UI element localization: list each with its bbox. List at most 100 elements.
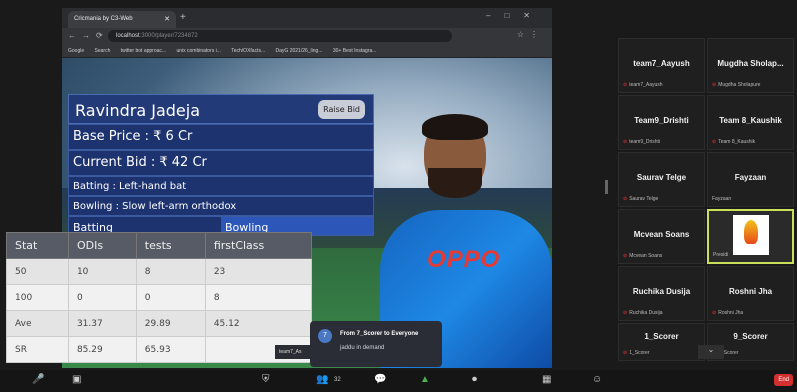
end-meeting-button[interactable]: End [774, 374, 793, 386]
participant-sub: Ruchika Dusija [629, 310, 663, 316]
bookmark-item[interactable]: Search [95, 48, 111, 54]
jersey-sponsor: OPPO [427, 246, 501, 273]
participant-tile[interactable]: team7_Aayush ⊘ team7_Aayush [618, 38, 705, 93]
participant-sub: Mcvean Soans [629, 253, 663, 259]
url-path: :3000/player/7234872 [139, 33, 198, 39]
tab-strip: Cricmania by C3-Web ✕ + –□✕ [62, 8, 552, 28]
participant-chip[interactable]: team7_As [275, 345, 313, 359]
participant-sub: 1_Scorer [629, 350, 650, 356]
close-tab-icon[interactable]: ✕ [164, 15, 170, 23]
participant-name: team7_Aayush [633, 59, 690, 68]
url-input[interactable]: localhost:3000/player/7234872 [108, 30, 452, 42]
chat-avatar: 7 [318, 329, 332, 343]
record-icon[interactable]: ⏺ [472, 374, 477, 385]
extension-icons[interactable]: ☆⋮ [517, 30, 544, 39]
mic-icon[interactable]: 🎤 [32, 374, 44, 385]
chat-notification[interactable]: 7 From 7_Scorer to Everyone jaddu in dem… [310, 321, 442, 367]
participant-tile[interactable]: Roshni Jha ⊘ Roshni Jha [707, 266, 794, 321]
table-cell: 85.29 [67, 336, 137, 363]
participant-sub: Team 8_Kaushik [718, 139, 756, 145]
participant-name: 1_Scorer [644, 332, 679, 341]
participant-label: Presidi [713, 252, 728, 258]
participant-tile[interactable]: Saurav Telge ⊘ Saurav Telge [618, 152, 705, 207]
apps-icon[interactable]: ▦ [542, 374, 551, 385]
table-cell: 50 [6, 258, 69, 285]
bookmark-item[interactable]: unix combinators i... [176, 48, 220, 54]
participant-label: ⊘ team9_Drishti [623, 139, 660, 145]
participant-label: ⊘ Mugdha Sholapure [712, 82, 760, 88]
chat-sender: From 7_Scorer to Everyone [340, 331, 419, 337]
column-header: tests [135, 232, 206, 259]
table-cell: 65.93 [135, 336, 206, 363]
muted-mic-icon: ⊘ [623, 253, 628, 259]
participant-label: Fayzaan [712, 196, 731, 202]
participant-sub: Mugdha Sholapure [718, 82, 761, 88]
bookmark-item[interactable]: twitter bot approac... [121, 48, 166, 54]
participant-tile[interactable]: 1_Scorer ⊘ 1_Scorer [618, 323, 705, 361]
active-speaker-tile[interactable]: Presidi [707, 209, 794, 264]
reactions-icon[interactable]: ☺ [592, 374, 602, 385]
address-bar: ←→⟳ localhost:3000/player/7234872 ☆⋮ [62, 28, 552, 44]
table-cell: 8 [204, 284, 313, 311]
bookmarks-bar: Google Search twitter bot approac... uni… [62, 44, 552, 58]
participant-label: ⊘ Mcvean Soans [623, 253, 662, 259]
share-screen-icon[interactable]: ▲ [420, 374, 430, 385]
column-header: firstClass [204, 232, 313, 259]
video-icon[interactable]: ▣ [72, 374, 81, 385]
participant-tile[interactable]: Ruchika Dusija ⊘ Ruchika Dusija [618, 266, 705, 321]
participant-sub: Fayzaan [712, 196, 732, 202]
table-cell: 0 [67, 284, 137, 311]
participant-tile[interactable]: Mugdha Sholap... ⊘ Mugdha Sholapure [707, 38, 794, 93]
chat-message: jaddu in demand [340, 345, 385, 351]
window-controls[interactable]: –□✕ [486, 11, 544, 20]
tab-title: Cricmania by C3-Web [74, 16, 133, 22]
participant-name: 9_Scorer [733, 332, 768, 341]
batting-style: Batting : Left-hand bat [68, 176, 374, 196]
participant-tile[interactable]: Team 8_Kaushik ⊘ Team 8_Kaushik [707, 95, 794, 150]
player-info-panel: Ravindra Jadeja Raise Bid Base Price : ₹… [68, 94, 374, 236]
participant-name: Roshni Jha [728, 287, 773, 296]
table-row: 100 0 0 8 [6, 284, 313, 311]
nav-buttons[interactable]: ←→⟳ [68, 31, 109, 40]
table-row: 50 10 8 23 [6, 258, 313, 285]
flame-logo-icon [744, 220, 758, 244]
raise-bid-button[interactable]: Raise Bid [318, 100, 365, 119]
muted-mic-icon: ⊘ [623, 82, 628, 88]
table-cell: 100 [6, 284, 69, 311]
participant-tile[interactable]: Fayzaan Fayzaan [707, 152, 794, 207]
chat-icon[interactable]: 💬 [374, 374, 386, 385]
chevron-down-icon[interactable]: ⌄ [698, 345, 724, 359]
participant-sub: Roshni Jha [718, 310, 744, 316]
meeting-toolbar: 🎤 ▣ ⛨ 👥 32 💬 ▲ ⏺ ▦ ☺ End [0, 370, 797, 392]
participant-name: Ruchika Dusija [632, 287, 691, 296]
player-name: Ravindra Jadeja [75, 101, 201, 120]
bookmark-item[interactable]: DayG 2021/26_ling... [276, 48, 323, 54]
bookmark-item[interactable]: Google [68, 48, 84, 54]
participant-name: Fayzaan [734, 173, 767, 182]
new-tab-icon[interactable]: + [180, 12, 186, 23]
participant-name: Team9_Drishti [634, 116, 689, 125]
bookmark-item[interactable]: Tech/OXfacts... [231, 48, 265, 54]
participant-tile[interactable]: Team9_Drishti ⊘ team9_Drishti [618, 95, 705, 150]
panel-divider[interactable] [605, 180, 608, 194]
security-icon[interactable]: ⛨ [262, 374, 270, 385]
table-cell: 31.37 [67, 310, 137, 337]
current-bid: Current Bid : ₹ 42 Cr [68, 150, 374, 176]
browser-tab[interactable]: Cricmania by C3-Web ✕ [68, 11, 176, 28]
participants-icon[interactable]: 👥 [316, 374, 328, 385]
muted-mic-icon: ⊘ [623, 310, 628, 316]
table-cell: 29.89 [135, 310, 206, 337]
table-cell: 23 [204, 258, 313, 285]
column-header: ODIs [67, 232, 137, 259]
participant-label: ⊘ team7_Aayush [623, 82, 663, 88]
bookmark-item[interactable]: 30+ Best Instagra... [333, 48, 377, 54]
participant-gallery: team7_Aayush ⊘ team7_Aayush Mugdha Sholap… [618, 38, 794, 362]
participant-name: Mcvean Soans [633, 230, 690, 239]
participant-sub: team9_Drishti [629, 139, 661, 145]
participant-label: ⊘ Saurav Telge [623, 196, 658, 202]
muted-mic-icon: ⊘ [623, 350, 628, 356]
muted-mic-icon: ⊘ [623, 139, 628, 145]
participant-label: ⊘ Ruchika Dusija [623, 310, 663, 316]
base-price: Base Price : ₹ 6 Cr [68, 124, 374, 150]
participant-tile[interactable]: Mcvean Soans ⊘ Mcvean Soans [618, 209, 705, 264]
